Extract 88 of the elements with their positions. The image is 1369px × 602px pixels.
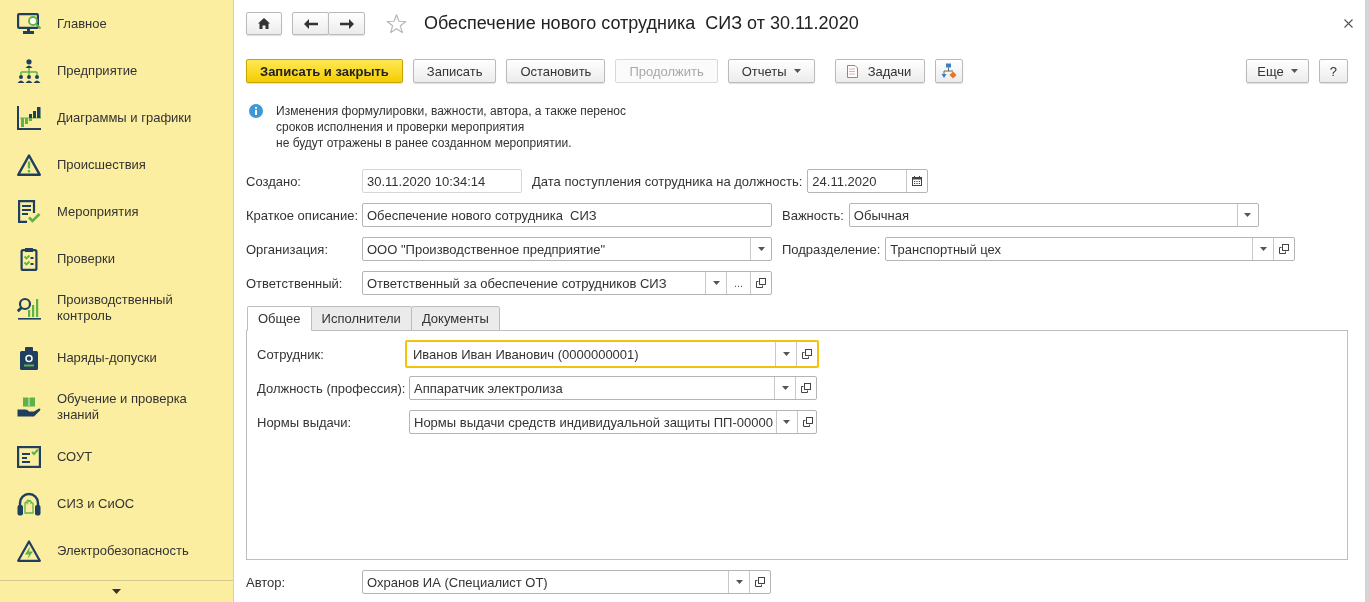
field-label: Сотрудник: bbox=[257, 346, 325, 362]
arrow-right-icon bbox=[339, 18, 354, 29]
toolbar-button[interactable]: ? bbox=[1318, 59, 1348, 83]
dropdown-field[interactable]: Иванов Иван Иванович (0000000001) bbox=[405, 340, 819, 368]
field-label: Организация: bbox=[246, 241, 330, 257]
menu-button[interactable]: Еще bbox=[1246, 59, 1309, 83]
open-window-icon bbox=[802, 349, 812, 359]
caret-icon bbox=[712, 281, 720, 285]
document-icon bbox=[846, 64, 858, 78]
toolbar-button[interactable]: Остановить bbox=[506, 59, 606, 83]
monitor-icon bbox=[17, 11, 41, 36]
org-chart-icon bbox=[17, 58, 41, 83]
arrow-left-icon bbox=[303, 18, 318, 29]
tab[interactable]: Общее bbox=[247, 306, 312, 331]
caret-icon bbox=[781, 386, 789, 390]
dropdown-field[interactable]: ООО "Производственное предприятие" bbox=[362, 237, 772, 261]
sidebar-item[interactable]: Главное bbox=[0, 0, 233, 47]
sidebar-item[interactable]: Проверки bbox=[0, 235, 233, 282]
sidebar-item[interactable]: Мероприятия bbox=[0, 188, 233, 235]
open-window-icon bbox=[756, 278, 766, 288]
caret-icon bbox=[793, 69, 801, 73]
sidebar-item[interactable]: Происшествия bbox=[0, 141, 233, 188]
dropdown-field[interactable]: Транспортный цех bbox=[885, 237, 1296, 261]
home-icon bbox=[258, 18, 270, 29]
dropdown-field[interactable]: Нормы выдачи средств индивидуальной защиты ПП-00000 bbox=[409, 410, 817, 434]
open-window-icon bbox=[801, 383, 811, 393]
home-button[interactable] bbox=[246, 12, 282, 35]
checklist-icon bbox=[17, 444, 41, 469]
field-label: Нормы выдачи: bbox=[257, 414, 353, 430]
document-check-icon bbox=[17, 199, 41, 224]
caret-icon bbox=[783, 420, 791, 424]
flowchart-icon bbox=[941, 63, 958, 79]
text-field[interactable]: Обеспечение нового сотрудника СИЗ bbox=[362, 203, 772, 227]
caret-icon bbox=[112, 589, 121, 594]
primary-button[interactable]: Записать и закрыть bbox=[246, 59, 403, 83]
info-icon bbox=[249, 104, 263, 118]
field-label: Автор: bbox=[246, 574, 287, 590]
forward-button[interactable] bbox=[328, 12, 365, 35]
notice-text: Изменения формулировки, важности, автора, а также перенос сроков исполнения и проверки мероприятия не будут отражены в ранее созданном мероприятии. bbox=[276, 103, 626, 151]
field-label: Дата поступления сотрудника на должность: bbox=[532, 173, 803, 189]
sidebar-item[interactable]: Предприятие bbox=[0, 47, 233, 94]
dropdown-field[interactable]: Аппаратчик электролиза bbox=[409, 376, 817, 400]
sidebar-item[interactable]: Производственный контроль bbox=[0, 282, 233, 334]
caret-icon bbox=[757, 247, 765, 251]
window-title: Обеспечение нового сотрудника СИЗ от 30.11.2020 bbox=[424, 13, 859, 34]
headphones-icon bbox=[17, 491, 41, 516]
book-on-hand-icon bbox=[17, 395, 41, 419]
readonly-field[interactable]: 30.11.2020 10:34:14 bbox=[362, 169, 522, 193]
warning-icon bbox=[17, 152, 41, 177]
dropdown-field[interactable]: Охранов ИА (Специалист ОТ) bbox=[362, 570, 771, 594]
sidebar-item[interactable]: Электробезопасность bbox=[0, 527, 233, 574]
caret-icon bbox=[782, 352, 790, 356]
toolbar-button[interactable]: Задачи bbox=[834, 59, 926, 83]
caret-icon bbox=[1290, 69, 1298, 73]
bar-chart-icon bbox=[17, 105, 41, 130]
field-label: Ответственный: bbox=[246, 275, 344, 291]
tab[interactable]: Документы bbox=[410, 306, 500, 331]
sidebar-item[interactable]: Обучение и проверка знаний bbox=[0, 381, 233, 433]
field-label: Подразделение: bbox=[782, 241, 881, 257]
choose-button[interactable]: ... bbox=[726, 272, 750, 294]
tab[interactable]: Исполнители bbox=[310, 306, 412, 331]
sidebar-item[interactable]: Наряды-допуски bbox=[0, 334, 233, 381]
toolbar-button[interactable]: Записать bbox=[412, 59, 497, 83]
lightning-warning-icon bbox=[17, 538, 41, 563]
back-button[interactable] bbox=[292, 12, 329, 35]
magnifier-chart-icon bbox=[17, 296, 41, 320]
id-badge-icon bbox=[17, 345, 41, 370]
caret-icon bbox=[735, 580, 743, 584]
sidebar-item[interactable]: СОУТ bbox=[0, 433, 233, 480]
open-window-icon bbox=[802, 417, 813, 427]
field-label: Создано: bbox=[246, 173, 302, 189]
toolbar-button[interactable] bbox=[935, 59, 964, 83]
open-window-icon bbox=[755, 577, 765, 587]
dropdown-field[interactable]: Ответственный за обеспечение сотрудников СИЗ ... bbox=[362, 271, 772, 295]
field-label: Краткое описание: bbox=[246, 207, 360, 223]
field-label: Должность (профессия): bbox=[257, 380, 407, 396]
close-icon[interactable] bbox=[1344, 19, 1353, 28]
dropdown-field[interactable]: Обычная bbox=[848, 203, 1259, 227]
open-window-icon bbox=[1279, 244, 1290, 254]
caret-icon bbox=[1244, 213, 1252, 217]
sidebar-item[interactable]: Диаграммы и графики bbox=[0, 94, 233, 141]
field-label: Важность: bbox=[782, 207, 844, 223]
caret-icon bbox=[1259, 247, 1267, 251]
star-icon[interactable] bbox=[386, 13, 407, 34]
date-field[interactable]: 24.11.2020 bbox=[807, 169, 929, 193]
calendar-icon bbox=[912, 176, 923, 186]
sidebar-item[interactable]: СИЗ и СиОС bbox=[0, 480, 233, 527]
menu-button[interactable]: Отчеты bbox=[727, 59, 815, 83]
